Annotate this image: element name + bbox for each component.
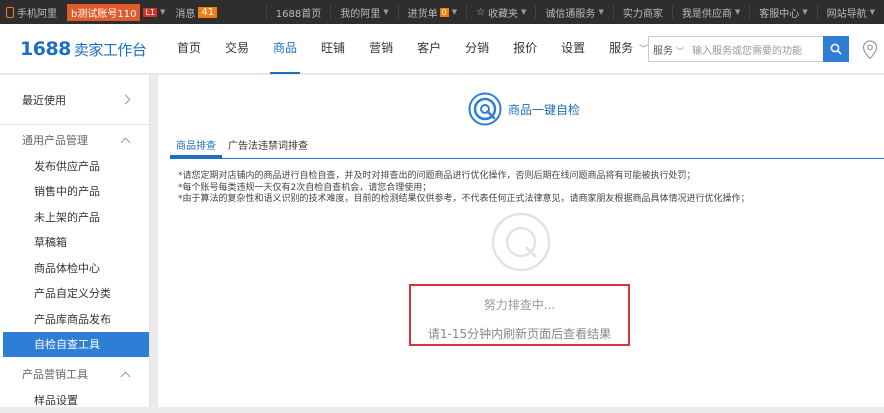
header: 1688 卖家工作台 首页 交易 商品 旺铺 营销 客户 分销 报价 设置 服务 ﹀… — [0, 24, 884, 74]
my-alibaba-label: 我的阿里 — [340, 8, 381, 20]
nav-tab-marketing[interactable]: 营销 — [369, 24, 393, 74]
search-bar: 服务 ﹀ 输入服务或您需要的功能 — [648, 36, 849, 62]
chevron-down-icon: ▼ — [598, 8, 604, 16]
sidebar-item-unlisted[interactable]: 未上架的产品 — [0, 204, 149, 230]
nav-tab-customers[interactable]: 客户 — [417, 24, 441, 74]
account-name: b测试账号110 — [67, 3, 141, 21]
nav-tab-services[interactable]: 服务 ﹀ — [609, 24, 648, 74]
chevron-down-icon: ﹀ — [676, 46, 684, 56]
sidebar-item-sample-settings[interactable]: 样品设置 — [0, 387, 149, 413]
sidebar-item-library-publish[interactable]: 产品库商品发布 — [0, 306, 149, 332]
nav-tab-home[interactable]: 首页 — [177, 24, 201, 74]
phone-icon — [6, 6, 14, 18]
nav-tab-shop[interactable]: 旺铺 — [321, 24, 345, 74]
nav-tab-services-label: 服务 — [609, 41, 634, 55]
scan-refresh-hint: 请1-15分钟内刷新页面后查看结果 — [427, 327, 612, 341]
notice-list: *请您定期对店铺内的商品进行自检自查，并及时对排查出的问题商品进行优化操作，否则… — [178, 171, 750, 206]
account-menu[interactable]: b测试账号110 L1 ▼ — [67, 3, 166, 21]
chevron-down-icon: ▼ — [451, 8, 458, 16]
star-icon: ☆ — [476, 6, 486, 18]
chevron-down-icon: ▼ — [521, 8, 527, 16]
check-tabs: 商品排查 广告法违禁词排查 — [170, 139, 884, 159]
supplier-label: 我是供应商 — [681, 8, 732, 20]
sidebar: 最近使用 通用产品管理 发布供应产品 销售中的产品 未上架的产品 草稿箱 商品体… — [0, 75, 150, 407]
nav-tab-quotes[interactable]: 报价 — [513, 24, 537, 74]
search-input[interactable]: 输入服务或您需要的功能 — [688, 42, 823, 57]
chevron-down-icon: ▼ — [383, 8, 389, 16]
notice-line: *每个账号每类违规一天仅有2次自检自查机会，请您合理使用； — [178, 182, 432, 193]
chengxintong-link[interactable]: 诚信通服务 ▼ — [535, 5, 612, 20]
sidebar-group-label: 产品营销工具 — [22, 368, 88, 381]
home-link-label: 1688首页 — [275, 8, 322, 20]
self-check-icon — [468, 92, 502, 126]
sidebar-item-self-check-tool[interactable]: 自检自查工具 — [3, 331, 149, 357]
sidebar-item-publish-supply[interactable]: 发布供应产品 — [0, 153, 149, 179]
chengxintong-label: 诚信通服务 — [545, 8, 596, 20]
chevron-down-icon: ▼ — [159, 8, 166, 16]
favorites-link[interactable]: ☆ 收藏夹 ▼ — [466, 5, 535, 20]
sidebar-recent-label: 最近使用 — [22, 93, 66, 107]
top-bar: 手机阿里 b测试账号110 L1 ▼ 消息 41 1688首页 我的阿里 ▼ 进货… — [0, 0, 884, 24]
supplier-link[interactable]: 我是供应商 ▼ — [671, 5, 749, 20]
chevron-up-icon — [120, 137, 131, 147]
site-nav-link[interactable]: 网站导航 ▼ — [816, 5, 884, 20]
scan-status-text: 努力排查中... — [483, 298, 556, 312]
favorites-label: 收藏夹 — [488, 8, 519, 20]
level-badge: L1 — [143, 7, 157, 17]
my-alibaba-link[interactable]: 我的阿里 ▼ — [330, 5, 397, 20]
notice-line: *由于算法的复杂性和语义识别的技术难度，目前的检测结果仅供参考，不代表任何正式法… — [178, 194, 750, 204]
tab-product-check[interactable]: 商品排查 — [170, 139, 222, 158]
sidebar-group-product-management[interactable]: 通用产品管理 — [0, 127, 149, 153]
logo-text: 1688 — [20, 38, 71, 60]
customer-service-link[interactable]: 客服中心 ▼ — [749, 5, 816, 20]
strong-merchant-label: 实力商家 — [622, 8, 663, 20]
nav-tab-settings[interactable]: 设置 — [561, 24, 585, 74]
location-icon[interactable] — [862, 40, 878, 64]
messages-label: 消息 — [175, 8, 196, 20]
main-content: 商品一键自检 商品排查 广告法违禁词排查 *请您定期对店铺内的商品进行自检自查，… — [158, 75, 884, 407]
sidebar-recent[interactable]: 最近使用 — [0, 75, 149, 125]
mobile-alibaba-label: 手机阿里 — [17, 8, 57, 20]
tab-ad-law-check[interactable]: 广告法违禁词排查 — [222, 139, 314, 158]
nav-tab-products[interactable]: 商品 — [270, 24, 301, 74]
chevron-down-icon: ▼ — [802, 8, 808, 16]
sidebar-item-drafts[interactable]: 草稿箱 — [0, 230, 149, 256]
sidebar-item-custom-category[interactable]: 产品自定义分类 — [0, 281, 149, 307]
sidebar-group-label: 通用产品管理 — [22, 134, 88, 147]
sidebar-item-on-sale[interactable]: 销售中的产品 — [0, 179, 149, 205]
notice-line: *请您定期对店铺内的商品进行自检自查，并及时对排查出的问题商品进行优化操作，否则… — [178, 171, 696, 181]
cart-count-badge: 0 — [439, 7, 449, 17]
search-scope-select[interactable]: 服务 ﹀ — [649, 42, 688, 57]
chevron-up-icon — [120, 371, 131, 381]
messages-link[interactable]: 消息 41 — [175, 5, 218, 20]
nav-tab-distribution[interactable]: 分销 — [465, 24, 489, 74]
site-nav-label: 网站导航 — [826, 8, 867, 20]
customer-service-label: 客服中心 — [759, 8, 800, 20]
scanning-icon — [491, 212, 551, 276]
cart-link[interactable]: 进货单 0 ▼ — [397, 5, 466, 20]
home-link[interactable]: 1688首页 — [265, 5, 330, 20]
chevron-down-icon: ▼ — [734, 8, 741, 16]
search-icon — [830, 43, 842, 55]
message-count-badge: 41 — [198, 6, 218, 18]
logo-subtitle: 卖家工作台 — [73, 41, 147, 59]
main-nav: 首页 交易 商品 旺铺 营销 客户 分销 报价 设置 服务 ﹀ — [177, 24, 672, 74]
chevron-down-icon: ▼ — [869, 8, 875, 16]
logo[interactable]: 1688 卖家工作台 — [20, 38, 147, 60]
page-title-text: 商品一键自检 — [508, 102, 581, 117]
scan-status-box: 努力排查中... 请1-15分钟内刷新页面后查看结果 — [409, 284, 630, 346]
cart-label: 进货单 — [407, 8, 438, 20]
mobile-alibaba-link[interactable]: 手机阿里 — [6, 5, 57, 20]
sidebar-item-health-check[interactable]: 商品体检中心 — [0, 255, 149, 281]
search-button[interactable] — [823, 36, 849, 62]
chevron-right-icon — [120, 94, 131, 105]
search-scope-label: 服务 — [653, 45, 673, 57]
chevron-down-icon: ﹀ — [639, 45, 649, 55]
page-title: 商品一键自检 — [468, 92, 580, 126]
sidebar-group-marketing-tools[interactable]: 产品营销工具 — [0, 361, 149, 387]
strong-merchant-link[interactable]: 实力商家 — [612, 5, 672, 20]
nav-tab-trade[interactable]: 交易 — [225, 24, 249, 74]
